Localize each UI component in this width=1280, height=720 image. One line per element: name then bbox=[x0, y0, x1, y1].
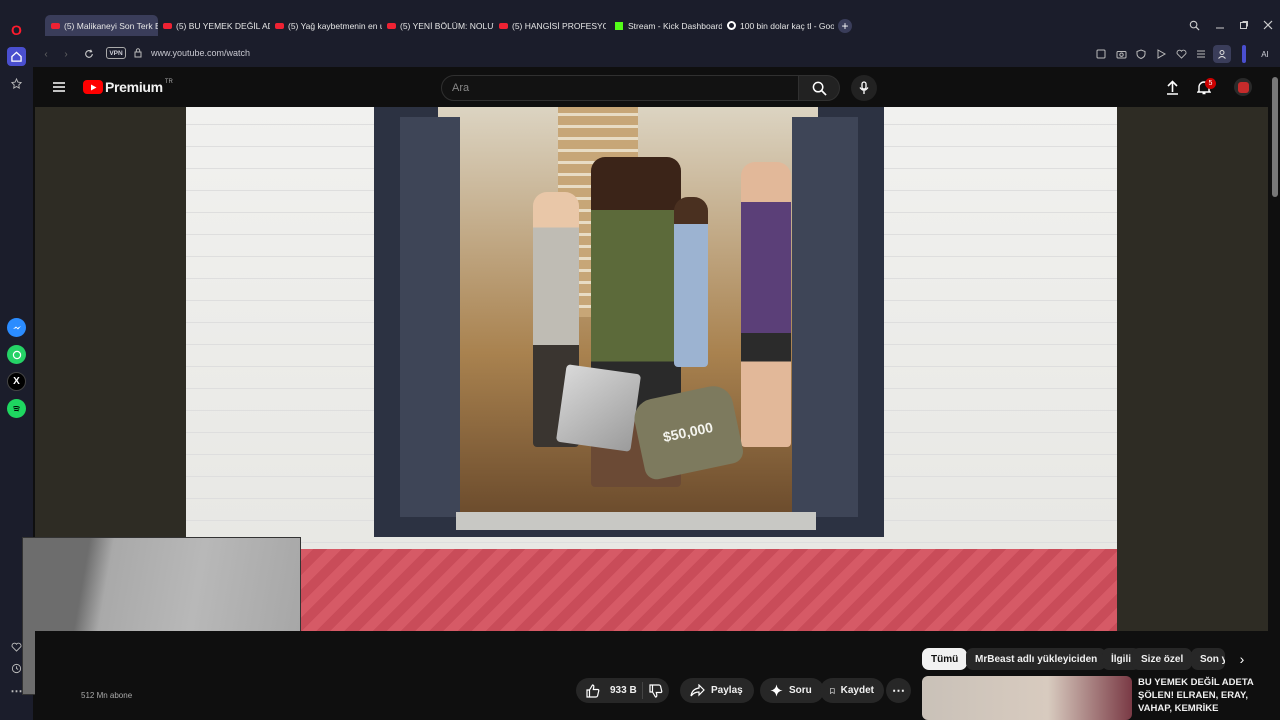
url-field[interactable]: www.youtube.com/watch bbox=[151, 48, 250, 58]
logo-region: TR bbox=[164, 79, 173, 85]
thumbs-up-icon bbox=[586, 683, 600, 698]
play-icon[interactable] bbox=[1154, 47, 1168, 61]
tab-label: (5) YENİ BÖLÜM: NOLUYO bbox=[400, 20, 494, 31]
tab-item[interactable]: (5) BU YEMEK DEĞİL ADETA bbox=[157, 15, 270, 36]
tab-item[interactable]: 100 bin dolar kaç tl - Goog bbox=[721, 15, 834, 36]
vpn-badge[interactable]: VPN bbox=[106, 47, 126, 59]
metal-briefcase bbox=[555, 364, 642, 452]
door-step bbox=[456, 512, 816, 530]
messenger-icon[interactable] bbox=[7, 318, 26, 337]
tab-item[interactable]: (5) YENİ BÖLÜM: NOLUYO bbox=[381, 15, 494, 36]
tab-item[interactable]: (5) Yağ kaybetmenin en u bbox=[269, 15, 382, 36]
tab-bar: (5) Malikaneyi Son Terk Ed (5) BU YEMEK … bbox=[33, 0, 1280, 40]
person-back bbox=[674, 197, 708, 367]
kick-favicon-icon bbox=[615, 21, 623, 30]
left-door-panel bbox=[400, 117, 460, 517]
share-icon bbox=[690, 684, 705, 697]
reload-icon[interactable] bbox=[82, 47, 96, 61]
tab-item[interactable]: Stream - Kick Dashboard bbox=[609, 15, 722, 36]
youtube-favicon-icon bbox=[163, 22, 172, 29]
google-favicon-icon bbox=[727, 21, 736, 30]
notification-badge: 5 bbox=[1205, 78, 1216, 89]
microphone-icon bbox=[859, 81, 869, 94]
below-video-area: 512 Mn abone 933 B Paylaş Soru Kaydet ⋯ … bbox=[35, 631, 1268, 720]
hamburger-menu-icon[interactable] bbox=[51, 79, 67, 95]
person-right bbox=[741, 162, 791, 447]
youtube-logo-icon bbox=[83, 80, 103, 94]
bookmark-save-icon bbox=[830, 687, 835, 694]
tab-label: (5) HANGİSİ PROFESYONEL bbox=[512, 20, 606, 31]
snapshot-icon[interactable] bbox=[1094, 47, 1108, 61]
ask-label: Soru bbox=[789, 685, 812, 696]
search-input[interactable]: Ara bbox=[441, 75, 799, 101]
ai-label: AI bbox=[1261, 49, 1269, 59]
spotify-icon[interactable] bbox=[7, 399, 26, 418]
bookmark-icon[interactable] bbox=[7, 74, 26, 93]
opera-logo-icon[interactable]: O bbox=[7, 20, 26, 39]
camera-icon[interactable] bbox=[1114, 47, 1128, 61]
lock-icon[interactable] bbox=[132, 47, 144, 59]
chip-recent[interactable]: Son y bbox=[1191, 648, 1225, 670]
tab-label: (5) Malikaneyi Son Terk Ed bbox=[64, 20, 158, 31]
minimize-icon[interactable] bbox=[1213, 18, 1227, 32]
subscriber-count: 512 Mn abone bbox=[81, 691, 133, 700]
youtube-favicon-icon bbox=[275, 22, 284, 29]
tab-label: Stream - Kick Dashboard bbox=[628, 20, 722, 31]
share-button[interactable]: Paylaş bbox=[680, 678, 754, 703]
aria-ai-button[interactable]: AI bbox=[1253, 45, 1277, 63]
youtube-header: Premium TR Ara 5 bbox=[35, 67, 1280, 107]
share-label: Paylaş bbox=[711, 685, 743, 696]
tab-label: 100 bin dolar kaç tl - Goog bbox=[740, 20, 834, 31]
upload-icon[interactable] bbox=[1164, 79, 1180, 95]
avatar[interactable] bbox=[1234, 78, 1252, 96]
chip-for-you[interactable]: Size özel bbox=[1132, 648, 1193, 670]
chip-from-uploader[interactable]: MrBeast adlı yükleyiciden bbox=[966, 648, 1107, 670]
save-button[interactable]: Kaydet bbox=[820, 678, 884, 703]
home-icon[interactable] bbox=[7, 47, 26, 66]
like-count: 933 B bbox=[610, 685, 637, 696]
ask-button[interactable]: Soru bbox=[760, 678, 824, 703]
tab-label: (5) Yağ kaybetmenin en u bbox=[288, 20, 382, 31]
save-label: Kaydet bbox=[840, 685, 874, 696]
new-tab-button[interactable]: + bbox=[838, 19, 852, 33]
video-frame[interactable]: $50,000 bbox=[186, 107, 1117, 631]
search-icon[interactable] bbox=[1187, 18, 1201, 32]
tab-item[interactable]: (5) HANGİSİ PROFESYONEL bbox=[493, 15, 606, 36]
tab-item[interactable]: (5) Malikaneyi Son Terk Ed bbox=[45, 15, 158, 36]
right-door-panel bbox=[792, 117, 858, 517]
forward-icon[interactable]: › bbox=[59, 47, 73, 61]
voice-search-button[interactable] bbox=[851, 75, 877, 101]
profile-icon[interactable] bbox=[1213, 45, 1231, 63]
search-button[interactable] bbox=[798, 75, 840, 101]
related-video-thumbnail[interactable] bbox=[922, 676, 1132, 720]
whatsapp-icon[interactable] bbox=[7, 345, 26, 364]
more-actions-icon[interactable]: ⋯ bbox=[886, 678, 911, 703]
restore-icon[interactable] bbox=[1237, 18, 1251, 32]
money-bag-label: $50,000 bbox=[661, 418, 715, 446]
tab-label: (5) BU YEMEK DEĞİL ADETA bbox=[176, 20, 270, 31]
red-brick-floor bbox=[186, 549, 1117, 631]
menu-lines-icon[interactable] bbox=[1194, 47, 1208, 61]
chevron-right-icon[interactable]: › bbox=[1233, 650, 1251, 668]
back-icon[interactable]: ‹ bbox=[39, 47, 53, 61]
shield-icon[interactable] bbox=[1134, 47, 1148, 61]
close-icon[interactable] bbox=[1261, 18, 1275, 32]
youtube-favicon-icon bbox=[51, 22, 60, 29]
search-icon bbox=[812, 81, 827, 96]
like-button[interactable]: 933 B bbox=[576, 678, 669, 703]
sidebar-divider bbox=[1242, 45, 1246, 63]
youtube-favicon-icon bbox=[499, 22, 508, 29]
thumbs-down-icon bbox=[649, 683, 663, 698]
address-bar: ‹ › VPN www.youtube.com/watch AI bbox=[33, 40, 1280, 67]
youtube-favicon-icon bbox=[387, 22, 396, 29]
chip-all[interactable]: Tümü bbox=[922, 648, 968, 670]
page-scrollbar[interactable] bbox=[1270, 67, 1280, 720]
x-icon[interactable]: X bbox=[7, 372, 26, 391]
related-video-title[interactable]: BU YEMEK DEĞİL ADETA ŞÖLEN! ELRAEN, ERAY… bbox=[1138, 676, 1258, 715]
scrollbar-thumb[interactable] bbox=[1272, 77, 1278, 197]
logo-text: Premium bbox=[105, 79, 163, 95]
sparkle-icon bbox=[770, 684, 783, 697]
youtube-premium-logo[interactable]: Premium TR bbox=[83, 79, 173, 95]
heart-outline-icon[interactable] bbox=[1174, 47, 1188, 61]
